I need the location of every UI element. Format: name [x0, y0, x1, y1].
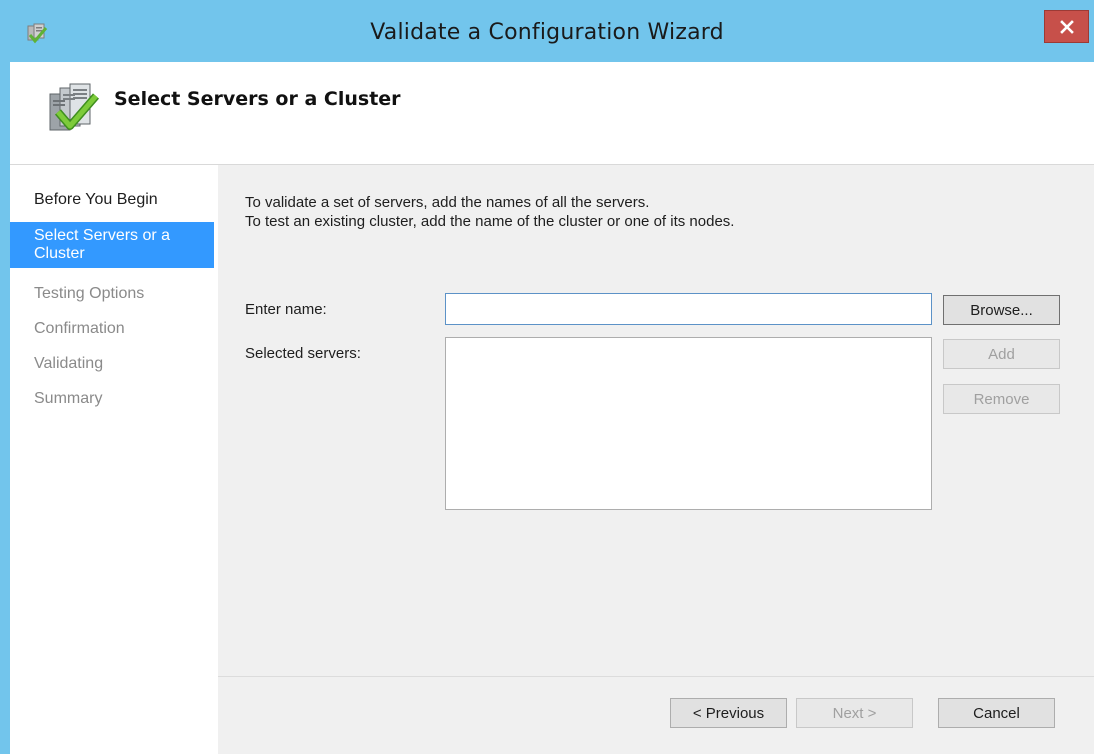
- wizard-steps-nav: Before You Begin Select Servers or a Clus…: [10, 165, 218, 754]
- enter-name-label: Enter name:: [245, 301, 327, 318]
- nav-step-summary[interactable]: Summary: [10, 390, 214, 408]
- wizard-window: Validate a Configuration Wizard Select S…: [0, 0, 1094, 754]
- servers-checkmark-icon: [46, 82, 100, 136]
- selected-servers-list[interactable]: [445, 337, 932, 510]
- nav-step-label: Select Servers or a Cluster: [34, 227, 171, 262]
- nav-step-confirmation[interactable]: Confirmation: [10, 320, 214, 338]
- instruction-line-2: To test an existing cluster, add the nam…: [245, 213, 735, 230]
- close-icon: [1059, 19, 1074, 34]
- nav-step-before-you-begin[interactable]: Before You Begin: [10, 191, 214, 209]
- page-title: Select Servers or a Cluster: [114, 88, 401, 110]
- title-bar[interactable]: Validate a Configuration Wizard: [0, 0, 1094, 62]
- previous-button[interactable]: < Previous: [670, 698, 787, 728]
- instruction-line-1: To validate a set of servers, add the na…: [245, 194, 650, 211]
- wizard-content: To validate a set of servers, add the na…: [218, 165, 1094, 675]
- nav-step-testing-options[interactable]: Testing Options: [10, 285, 214, 303]
- selected-servers-label: Selected servers:: [245, 345, 361, 362]
- remove-button[interactable]: Remove: [943, 384, 1060, 414]
- wizard-footer: < Previous Next > Cancel: [218, 677, 1094, 754]
- next-button[interactable]: Next >: [796, 698, 913, 728]
- cancel-button[interactable]: Cancel: [938, 698, 1055, 728]
- browse-button[interactable]: Browse...: [943, 295, 1060, 325]
- window-title: Validate a Configuration Wizard: [370, 20, 724, 45]
- enter-name-input[interactable]: [445, 293, 932, 325]
- wizard-header: Select Servers or a Cluster: [10, 62, 1094, 164]
- nav-step-select-servers[interactable]: Select Servers or a Cluster: [10, 222, 214, 268]
- add-button[interactable]: Add: [943, 339, 1060, 369]
- close-button[interactable]: [1044, 10, 1089, 43]
- nav-step-validating[interactable]: Validating: [10, 355, 214, 373]
- window-frame-left: [0, 62, 10, 754]
